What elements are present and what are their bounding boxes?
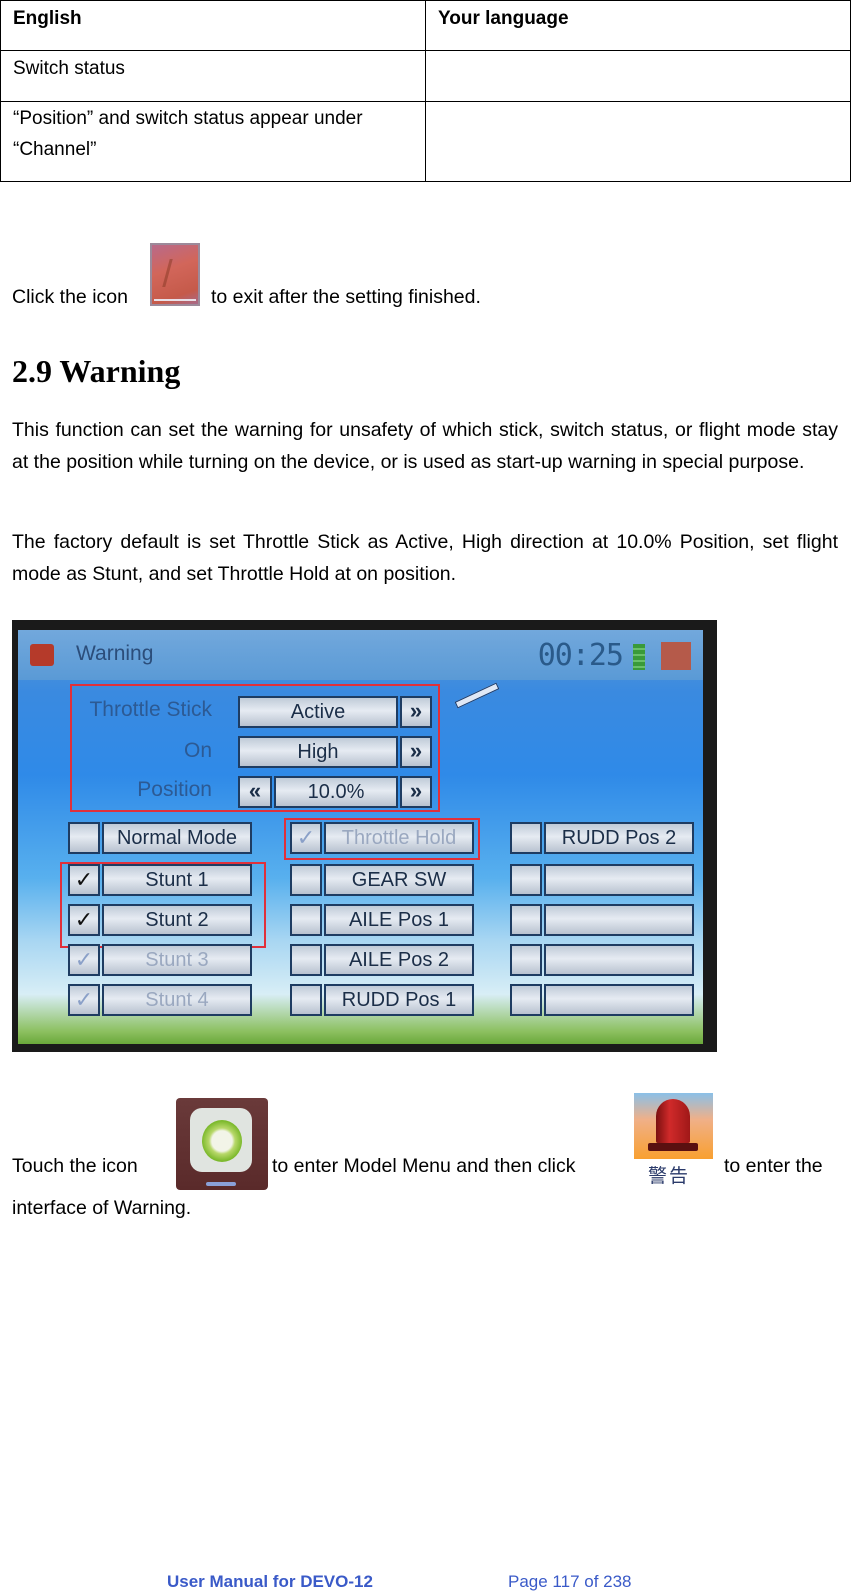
switch-checkbox[interactable] xyxy=(290,944,322,976)
switch-button[interactable]: Throttle Hold xyxy=(324,822,474,854)
switch-button[interactable]: AILE Pos 2 xyxy=(324,944,474,976)
footer-page-number: Page 117 of 238 xyxy=(508,1572,632,1591)
check-icon: ✓ xyxy=(296,825,316,850)
battery-icon xyxy=(633,644,645,670)
switch-checkbox[interactable] xyxy=(68,822,100,854)
siren-caption: 警告 xyxy=(648,1165,691,1187)
screen-titlebar: Warning 00:25 xyxy=(18,630,703,680)
switch-checkbox[interactable]: ✓ xyxy=(68,904,100,936)
switch-checkbox[interactable]: ✓ xyxy=(68,984,100,1016)
exit-text-before: Click the icon xyxy=(12,286,128,308)
switch-button[interactable]: Stunt 3 xyxy=(102,944,252,976)
footer-manual-title: User Manual for DEVO-12 xyxy=(167,1572,373,1591)
switch-checkbox[interactable] xyxy=(510,822,542,854)
switch-button[interactable] xyxy=(544,984,694,1016)
switch-button[interactable]: Stunt 1 xyxy=(102,864,252,896)
touch-text-3: to enter the xyxy=(724,1155,823,1177)
translation-table: English Your language Switch status “Pos… xyxy=(0,0,851,182)
touch-text-line2: interface of Warning. xyxy=(12,1197,192,1219)
timer-readout: 00:25 xyxy=(537,638,624,673)
header-english: English xyxy=(0,0,426,51)
touch-text-1: Touch the icon xyxy=(12,1155,138,1177)
screen-title: Warning xyxy=(76,642,154,665)
switch-checkbox[interactable] xyxy=(290,864,322,896)
exit-icon[interactable] xyxy=(661,642,691,670)
table-header-row: English Your language xyxy=(0,0,851,51)
setting-label: On xyxy=(183,739,212,762)
next-arrow-button[interactable]: » xyxy=(400,736,432,768)
switch-checkbox[interactable] xyxy=(290,984,322,1016)
cell-english: “Position” and switch status appear unde… xyxy=(0,101,426,182)
prev-arrow-button[interactable]: « xyxy=(238,776,272,808)
warning-screen-photo: Warning 00:25 Throttle Stick Active » On… xyxy=(12,620,717,1052)
switch-checkbox[interactable] xyxy=(510,944,542,976)
check-icon: ✓ xyxy=(74,987,94,1012)
switch-button[interactable]: Stunt 4 xyxy=(102,984,252,1016)
warning-app-icon xyxy=(30,644,54,666)
section-heading: 2.9 Warning xyxy=(12,353,181,389)
setting-label: Throttle Stick xyxy=(89,698,212,721)
setting-label: Position xyxy=(137,778,212,801)
intro-paragraph: This function can set the warning for un… xyxy=(12,419,838,473)
model-menu-gear-icon xyxy=(176,1098,268,1190)
table-row: Switch status xyxy=(0,50,851,102)
switch-button[interactable]: Normal Mode xyxy=(102,822,252,854)
switch-button[interactable]: RUDD Pos 2 xyxy=(544,822,694,854)
check-icon: ✓ xyxy=(74,867,94,892)
next-arrow-button[interactable]: » xyxy=(400,696,432,728)
stylus-icon xyxy=(454,682,500,709)
switch-checkbox[interactable]: ✓ xyxy=(290,822,322,854)
warning-siren-icon: 警告 xyxy=(634,1093,713,1193)
cell-translation xyxy=(425,101,851,182)
setting-value-button[interactable]: High xyxy=(238,736,398,768)
switch-button[interactable]: AILE Pos 1 xyxy=(324,904,474,936)
check-icon: ✓ xyxy=(74,907,94,932)
setting-value-button[interactable]: Active xyxy=(238,696,398,728)
touch-text-2: to enter Model Menu and then click xyxy=(272,1155,576,1177)
default-paragraph: The factory default is set Throttle Stic… xyxy=(12,531,838,585)
switch-checkbox[interactable] xyxy=(290,904,322,936)
exit-icon xyxy=(150,243,200,306)
switch-button[interactable] xyxy=(544,864,694,896)
setting-value-button[interactable]: 10.0% xyxy=(274,776,398,808)
switch-button[interactable] xyxy=(544,904,694,936)
cell-english: Switch status xyxy=(0,50,426,102)
next-arrow-button[interactable]: » xyxy=(400,776,432,808)
switch-checkbox[interactable]: ✓ xyxy=(68,944,100,976)
header-your-language: Your language xyxy=(425,0,851,51)
check-icon: ✓ xyxy=(74,947,94,972)
switch-checkbox[interactable] xyxy=(510,864,542,896)
exit-text-after: to exit after the setting finished. xyxy=(211,286,481,308)
table-row: “Position” and switch status appear unde… xyxy=(0,101,851,182)
switch-button[interactable]: Stunt 2 xyxy=(102,904,252,936)
switch-checkbox[interactable] xyxy=(510,904,542,936)
switch-button[interactable]: GEAR SW xyxy=(324,864,474,896)
switch-button[interactable] xyxy=(544,944,694,976)
switch-checkbox[interactable]: ✓ xyxy=(68,864,100,896)
screen-display: Warning 00:25 Throttle Stick Active » On… xyxy=(18,630,703,1044)
switch-checkbox[interactable] xyxy=(510,984,542,1016)
switch-button[interactable]: RUDD Pos 1 xyxy=(324,984,474,1016)
cell-translation xyxy=(425,50,851,102)
